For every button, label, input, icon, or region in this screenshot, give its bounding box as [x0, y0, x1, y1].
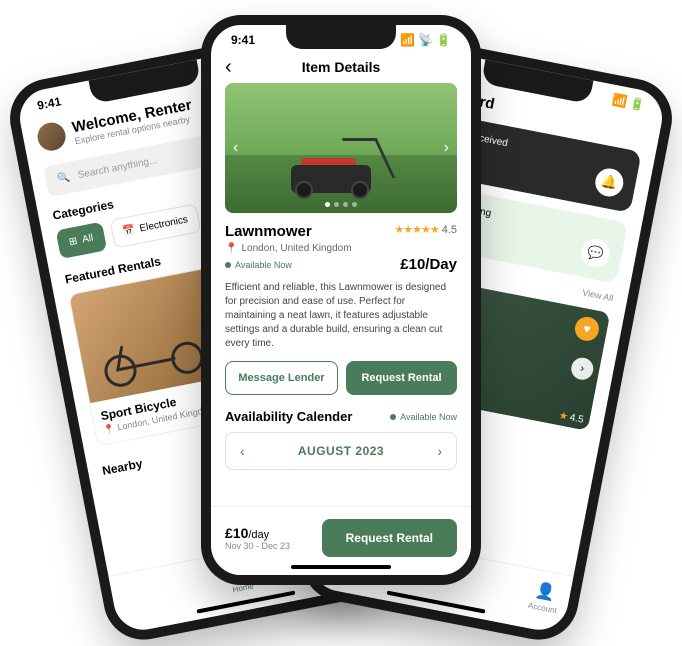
item-rating: ★★★★★ 4.5 — [394, 223, 457, 236]
home-indicator — [291, 565, 391, 569]
item-description: Efficient and reliable, this Lawnmower i… — [225, 281, 457, 351]
availability-calendar-label: Availability Calender — [225, 409, 352, 424]
pin-icon: 📍 — [225, 243, 237, 254]
status-icons: 📶📡🔋 — [400, 33, 451, 47]
star-icon: ★ — [558, 410, 569, 423]
carousel-prev-button[interactable]: ‹ — [233, 139, 238, 157]
page-header: ‹ Item Details — [225, 51, 457, 83]
category-electronics[interactable]: 📅 Electronics — [109, 203, 201, 248]
bottom-price: £10/day — [225, 525, 290, 541]
grid-icon: ⊞ — [68, 236, 78, 248]
heart-icon: ♥ — [582, 321, 592, 336]
nav-account[interactable]: 👤 Account — [527, 579, 561, 615]
chevron-left-icon: ‹ — [225, 56, 232, 78]
calendar-next-button[interactable]: › — [437, 443, 442, 459]
carousel-next-button[interactable]: › — [444, 139, 449, 157]
carousel-dots — [325, 202, 357, 207]
calendar-prev-button[interactable]: ‹ — [240, 443, 245, 459]
chevron-right-icon: › — [579, 362, 585, 374]
availability-badge-2: Available Now — [390, 412, 457, 422]
item-name: Lawnmower — [225, 223, 312, 240]
notch — [286, 25, 396, 49]
pin-icon: 📍 — [103, 423, 116, 436]
listing-next-button[interactable]: › — [569, 356, 595, 382]
search-icon: 🔍 — [57, 172, 71, 185]
status-time: 9:41 — [231, 33, 255, 47]
star-icons: ★★★★★ — [394, 223, 438, 236]
calendar-month-picker: ‹ AUGUST 2023 › — [225, 432, 457, 470]
status-time: 9:41 — [36, 94, 62, 112]
bottom-request-button[interactable]: Request Rental — [322, 519, 457, 557]
calendar-icon: 📅 — [122, 225, 136, 238]
status-dot-icon — [225, 262, 231, 268]
status-icons: 📶🔋 — [611, 93, 646, 113]
message-lender-button[interactable]: Message Lender — [225, 361, 338, 395]
favorite-button[interactable]: ♥ — [573, 315, 601, 343]
item-image-carousel[interactable]: ‹ › — [225, 83, 457, 213]
availability-badge: Available Now — [225, 260, 292, 270]
bottom-date-range: Nov 30 - Dec 23 — [225, 541, 290, 551]
item-price: £10/Day — [400, 256, 457, 273]
user-avatar[interactable] — [35, 120, 68, 153]
item-details-screen-phone: 9:41 📶📡🔋 ‹ Item Details ‹ — [201, 15, 481, 585]
listing-rating: ★ 4.5 — [558, 410, 585, 426]
status-dot-icon — [390, 414, 396, 420]
request-rental-button[interactable]: Request Rental — [346, 361, 457, 395]
page-title: Item Details — [302, 59, 381, 75]
category-all[interactable]: ⊞ All — [56, 222, 107, 259]
user-icon: 👤 — [534, 580, 557, 603]
item-location: 📍 London, United Kingdom — [225, 243, 457, 254]
calendar-month-label: AUGUST 2023 — [298, 444, 384, 458]
search-placeholder: Search anything... — [77, 155, 158, 181]
back-button[interactable]: ‹ — [225, 56, 232, 79]
